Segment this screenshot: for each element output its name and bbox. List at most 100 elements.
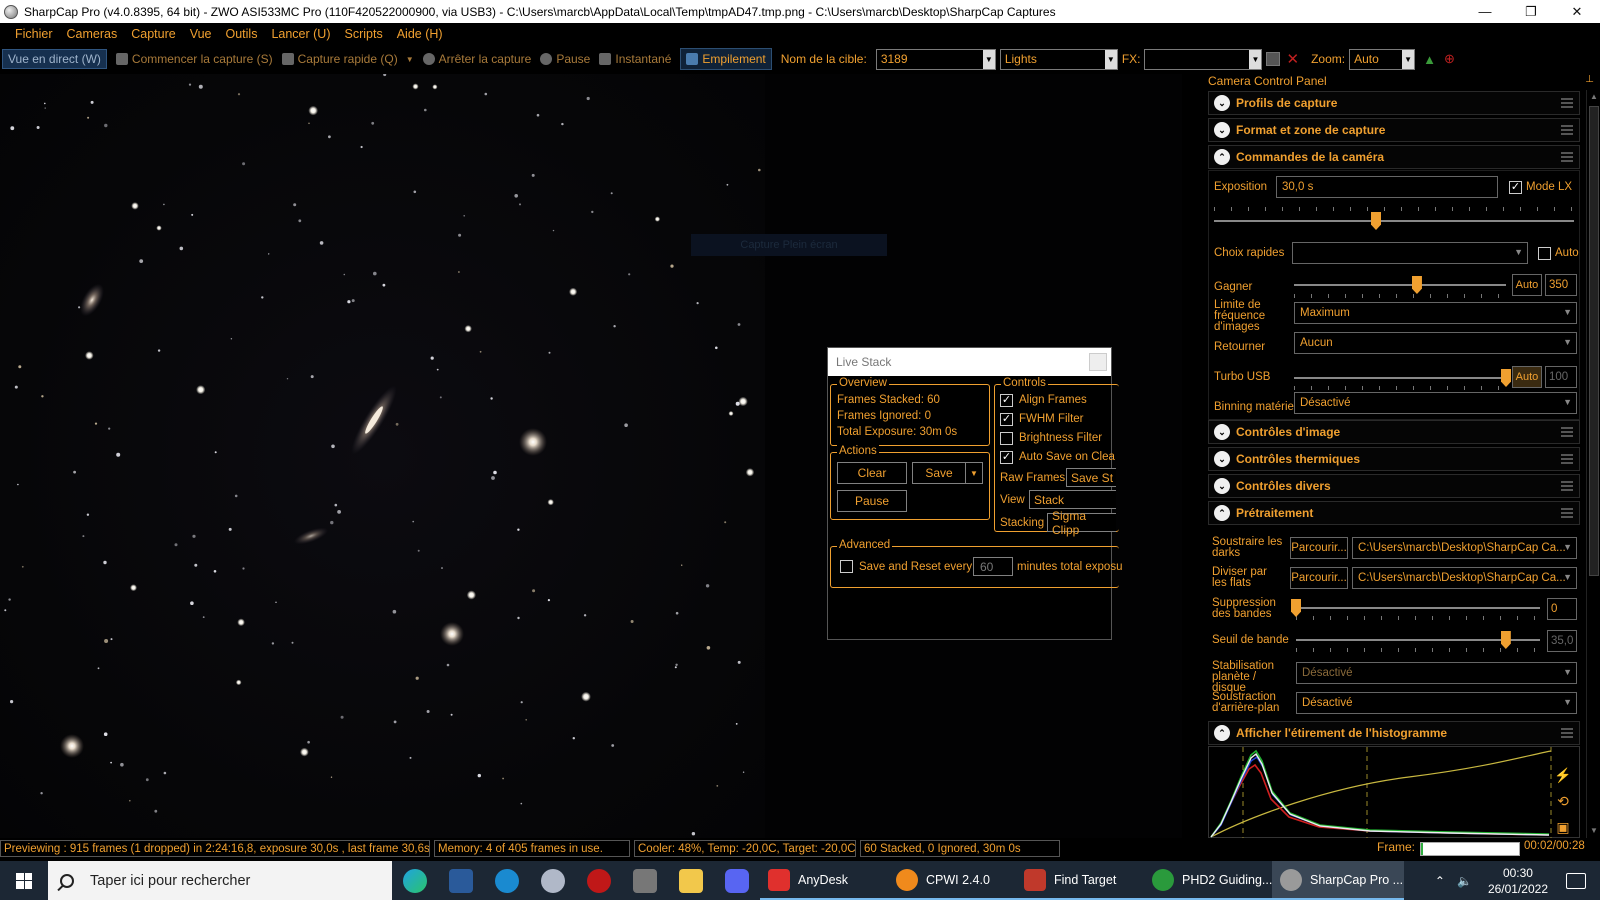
close-button[interactable]: ✕ [1554, 0, 1600, 23]
auto-save-checkbox[interactable]: ✓ [1000, 451, 1013, 464]
section-histogram[interactable]: ⌃ Afficher l'étirement de l'histogramme [1208, 721, 1580, 745]
raw-frames-select[interactable]: Save St [1066, 468, 1116, 487]
darks-browse-button[interactable]: Parcourir... [1290, 537, 1348, 559]
banding-slider-thumb[interactable] [1291, 599, 1301, 617]
target-name-field[interactable]: 3189 ▼ [875, 48, 996, 70]
start-button[interactable] [0, 861, 48, 900]
brightness-filter-checkbox[interactable] [1000, 432, 1013, 445]
frame-type-select[interactable]: Lights ▼ [999, 48, 1118, 70]
restore-button[interactable]: ❐ [1508, 0, 1554, 23]
section-profiles[interactable]: ⌄ Profils de capture [1208, 91, 1580, 115]
astro-icon[interactable] [530, 861, 576, 900]
save-reset-checkbox[interactable] [840, 560, 853, 573]
flats-path-select[interactable]: C:\Users\marcb\Desktop\SharpCap Ca... ▼ [1352, 567, 1577, 589]
background-select[interactable]: Désactivé ▼ [1296, 692, 1577, 714]
taskbar-anydesk[interactable]: AnyDesk [760, 861, 888, 900]
taskbar-find-target[interactable]: Find Target [1016, 861, 1144, 900]
menu-icon[interactable] [1561, 508, 1573, 518]
menu-icon[interactable] [1561, 427, 1573, 437]
gain-slider-track[interactable] [1294, 284, 1506, 286]
menu-tools[interactable]: Outils [219, 27, 265, 41]
menu-help[interactable]: Aide (H) [390, 27, 450, 41]
quick-choice-select[interactable]: ▼ [1292, 242, 1528, 264]
scroll-down-icon[interactable]: ▼ [1587, 824, 1600, 838]
scrollbar-thumb[interactable] [1589, 106, 1599, 576]
flip-select[interactable]: Aucun ▼ [1294, 332, 1577, 354]
histogram-icon[interactable]: ▲ [1423, 52, 1436, 67]
banding-slider-track[interactable] [1296, 607, 1540, 609]
save-icon[interactable]: ▣ [1553, 819, 1573, 839]
pin-icon[interactable]: ⊥ [1585, 74, 1594, 85]
section-preprocessing[interactable]: ⌃ Prétraitement [1208, 501, 1580, 525]
menu-capture[interactable]: Capture [124, 27, 182, 41]
darks-path-select[interactable]: C:\Users\marcb\Desktop\SharpCap Ca... ▼ [1352, 537, 1577, 559]
auto-stretch-icon[interactable]: ⚡ [1553, 767, 1573, 787]
scroll-up-icon[interactable]: ▲ [1587, 90, 1600, 104]
stellarium-icon[interactable] [438, 861, 484, 900]
zoom-select[interactable]: Auto ▼ [1349, 48, 1416, 70]
show-hidden-icons-icon[interactable]: ⌃ [1435, 874, 1445, 888]
binning-select[interactable]: Désactivé ▼ [1294, 392, 1577, 414]
reticle-icon[interactable]: ✕ [1286, 50, 1299, 68]
red-app-icon[interactable] [576, 861, 622, 900]
exposure-slider-track[interactable] [1214, 220, 1574, 222]
square-icon[interactable] [1266, 52, 1281, 66]
band-threshold-slider-thumb[interactable] [1500, 631, 1511, 649]
taskbar-sharpcap[interactable]: SharpCap Pro ... [1272, 861, 1404, 900]
menu-file[interactable]: Fichier [8, 27, 60, 41]
panel-scrollbar[interactable]: ▲ ▼ [1586, 90, 1600, 838]
stack-pause-button[interactable]: Pause [837, 490, 907, 512]
taskbar-phd2[interactable]: PHD2 Guiding... [1144, 861, 1272, 900]
clock[interactable]: 00:30 26/01/2022 [1488, 865, 1548, 897]
menu-view[interactable]: Vue [183, 27, 219, 41]
exposure-field[interactable]: 30,0 s [1276, 176, 1498, 198]
taskbar-cpwi[interactable]: CPWI 2.4.0 [888, 861, 1016, 900]
usb-value-field[interactable]: 100 [1545, 366, 1577, 388]
file-explorer-icon[interactable] [668, 861, 714, 900]
save-button[interactable]: Save [912, 462, 966, 484]
band-threshold-value-field[interactable]: 35,0 [1547, 630, 1577, 652]
notifications-icon[interactable] [1566, 872, 1586, 889]
taskbar-search[interactable]: Taper ici pour rechercher [48, 861, 392, 900]
banding-value-field[interactable]: 0 [1547, 598, 1577, 620]
snapshot-button[interactable]: Instantané [599, 52, 671, 66]
gain-auto-button[interactable]: Auto [1512, 274, 1542, 296]
section-format[interactable]: ⌄ Format et zone de capture [1208, 118, 1580, 142]
fwhm-filter-checkbox[interactable]: ✓ [1000, 413, 1013, 426]
section-thermal[interactable]: ⌄ Contrôles thermiques [1208, 447, 1580, 471]
section-image-controls[interactable]: ⌄ Contrôles d'image [1208, 420, 1580, 444]
section-camera-controls[interactable]: ⌃ Commandes de la caméra [1208, 145, 1580, 169]
save-reset-minutes-spinner[interactable]: 60 [973, 557, 1013, 576]
clear-button[interactable]: Clear [837, 462, 907, 484]
menu-icon[interactable] [1561, 454, 1573, 464]
align-frames-checkbox[interactable]: ✓ [1000, 394, 1013, 407]
flats-browse-button[interactable]: Parcourir... [1290, 567, 1348, 589]
menu-icon[interactable] [1561, 125, 1573, 135]
menu-cameras[interactable]: Cameras [60, 27, 125, 41]
start-capture-button[interactable]: Commencer la capture (S) [115, 52, 273, 66]
histogram-stretch-display[interactable]: ⚡ ⟲ ▣ [1208, 746, 1580, 839]
image-viewport[interactable]: Capture Plein écran Live Stack Overview … [0, 74, 1182, 838]
live-view-button[interactable]: Vue en direct (W) [2, 49, 107, 69]
stabilization-select[interactable]: Désactivé ▼ [1296, 662, 1577, 684]
usb-slider-track[interactable] [1294, 377, 1506, 379]
section-misc[interactable]: ⌄ Contrôles divers [1208, 474, 1580, 498]
menu-icon[interactable] [1561, 152, 1573, 162]
view-select[interactable]: Stack [1029, 490, 1116, 509]
magnifier-icon[interactable]: ⊕ [1444, 51, 1455, 67]
lx-mode-checkbox[interactable]: ✓ [1509, 181, 1522, 194]
edge-icon[interactable] [392, 861, 438, 900]
reset-icon[interactable]: ⟲ [1553, 793, 1573, 813]
menu-icon[interactable] [1561, 98, 1573, 108]
star-app-icon[interactable] [622, 861, 668, 900]
menu-icon[interactable] [1561, 728, 1573, 738]
stacking-button[interactable]: Empilement [680, 48, 772, 70]
ccleaner-icon[interactable] [484, 861, 530, 900]
save-options-chevron-icon[interactable]: ▼ [965, 462, 983, 484]
minimize-button[interactable]: — [1462, 0, 1508, 23]
pause-button[interactable]: Pause [540, 52, 590, 66]
framerate-select[interactable]: Maximum ▼ [1294, 302, 1577, 324]
volume-icon[interactable]: 🔈 [1457, 874, 1472, 888]
gain-value-field[interactable]: 350 [1545, 274, 1577, 296]
quick-choice-auto-checkbox[interactable] [1538, 247, 1551, 260]
